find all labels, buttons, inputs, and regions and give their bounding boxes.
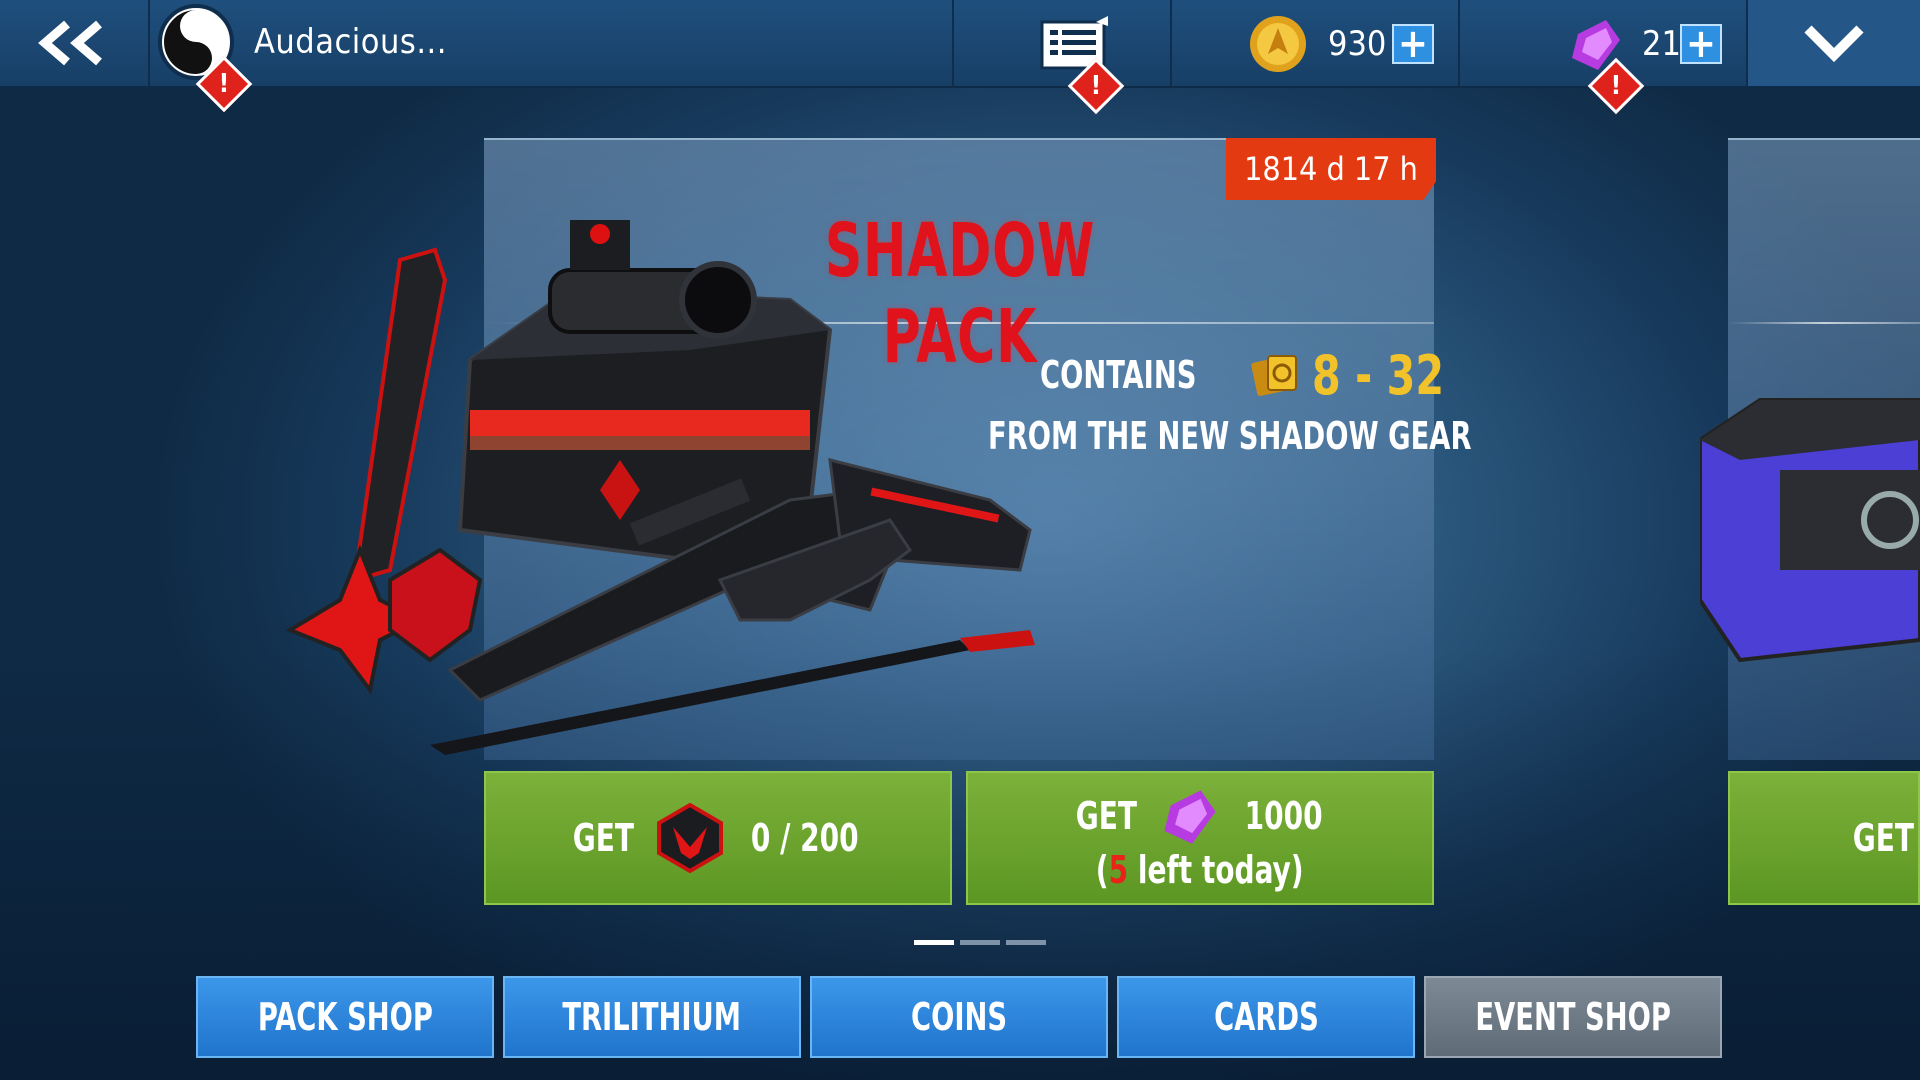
- gear-description: FROM THE NEW SHADOW GEAR: [988, 414, 1472, 458]
- add-coins-button[interactable]: +: [1392, 24, 1434, 64]
- trilithium-value: 21: [1642, 24, 1681, 64]
- card-divider: [1728, 322, 1920, 324]
- pager-dot-2[interactable]: [960, 940, 1000, 945]
- contains-label: CONTAINS: [1040, 353, 1197, 397]
- shadow-token-progress: 0 / 200: [750, 816, 859, 860]
- pager: [914, 940, 1046, 945]
- crystal-price: 1000: [1244, 794, 1323, 838]
- next-pack-get-button[interactable]: GET: [1728, 771, 1920, 905]
- tab-label: CARDS: [1213, 995, 1319, 1039]
- coin-icon: [1250, 16, 1306, 72]
- player-profile[interactable]: ! Audacious...: [150, 0, 954, 113]
- offer-timer: 1814 d 17 h: [1226, 138, 1436, 200]
- menu-button[interactable]: [1748, 0, 1920, 86]
- pager-dot-3[interactable]: [1006, 940, 1046, 945]
- tab-trilithium[interactable]: TRILITHIUM: [503, 976, 801, 1058]
- player-name: Audacious...: [254, 22, 447, 62]
- card-range: 8 - 32: [1311, 343, 1444, 407]
- shadow-button-content: GET 0 / 200: [566, 803, 870, 873]
- news-button[interactable]: !: [954, 0, 1172, 115]
- get-label: GET: [1852, 816, 1915, 860]
- tab-label: TRILITHIUM: [562, 995, 742, 1039]
- purchases-left-today: (5 left today): [1096, 848, 1304, 892]
- tab-label: COINS: [910, 995, 1008, 1039]
- alert-icon: !: [218, 69, 230, 99]
- tab-pack-shop[interactable]: PACK SHOP: [196, 976, 494, 1058]
- next-pack-artwork: [1700, 398, 1920, 663]
- add-trilithium-button[interactable]: +: [1680, 24, 1722, 64]
- left-open-paren: (: [1096, 848, 1109, 892]
- pager-dot-1[interactable]: [914, 940, 954, 945]
- chevron-down-icon: [1804, 25, 1864, 63]
- left-count: 5: [1108, 848, 1129, 892]
- crystal-button-content: GET 1000: [1069, 784, 1331, 848]
- coins-value: 930: [1328, 24, 1387, 64]
- alert-icon: !: [1090, 71, 1102, 101]
- get-with-trilithium-button[interactable]: GET 1000 (5 left today): [966, 771, 1434, 905]
- tab-event-shop[interactable]: EVENT SHOP: [1424, 976, 1722, 1058]
- alert-icon: !: [1610, 71, 1622, 101]
- tab-coins[interactable]: COINS: [810, 976, 1108, 1058]
- top-bar: ! Audacious... ! 930 + ! 21 +: [0, 0, 1920, 115]
- get-label: GET: [1075, 794, 1138, 838]
- coins-counter: 930 +: [1172, 0, 1460, 86]
- tab-label: PACK SHOP: [257, 995, 433, 1039]
- get-with-shadow-tokens-button[interactable]: GET 0 / 200: [484, 771, 952, 905]
- get-label: GET: [572, 816, 634, 860]
- shadow-emblem-icon: [656, 803, 723, 873]
- contains-row: CONTAINS 8 - 32: [1040, 340, 1467, 410]
- double-chevron-left-icon: [38, 20, 102, 66]
- cards-icon: [1250, 355, 1297, 396]
- left-rest: left today): [1128, 848, 1304, 892]
- trilithium-crystal-icon: [1164, 790, 1216, 844]
- back-button[interactable]: [0, 0, 150, 86]
- trilithium-counter: ! 21 +: [1460, 0, 1748, 115]
- tab-label: EVENT SHOP: [1475, 995, 1671, 1039]
- tab-cards[interactable]: CARDS: [1117, 976, 1415, 1058]
